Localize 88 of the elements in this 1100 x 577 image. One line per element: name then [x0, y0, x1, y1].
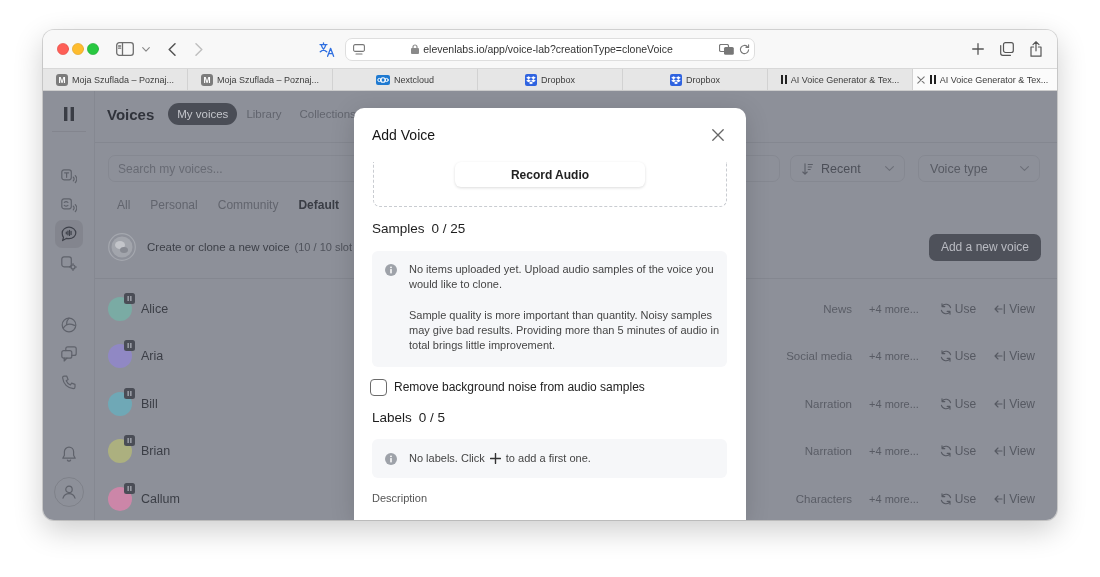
tabs-overview-icon[interactable] — [1000, 42, 1014, 56]
bars-favicon-icon — [780, 75, 787, 84]
doc-wave-icon — [60, 168, 77, 184]
browser-tab[interactable]: Dropbox — [477, 69, 622, 90]
info-text: No items uploaded yet. Upload audio samples of the voice you would like to clone. — [409, 262, 715, 293]
box-favicon-icon — [670, 73, 682, 86]
voice-name: Alice — [141, 301, 169, 316]
info-text: to add a first one. — [505, 452, 591, 465]
refresh-icon — [939, 302, 952, 315]
section-count: 0 / 25 — [431, 221, 466, 237]
dialog-title: Add Voice — [372, 127, 436, 143]
voice-name: Brian — [141, 444, 171, 459]
minimize-window-icon[interactable] — [72, 43, 84, 55]
sort-icon — [802, 162, 813, 175]
share-icon[interactable] — [1030, 41, 1042, 57]
user-icon — [61, 485, 76, 499]
rings-favicon-icon — [376, 74, 390, 85]
info-icon — [385, 453, 397, 466]
doc-gear-icon — [60, 255, 77, 271]
chevron-down-icon[interactable] — [142, 46, 150, 52]
bars-favicon-icon — [929, 75, 936, 84]
phone-icon — [60, 375, 77, 391]
favicon-letter: M — [55, 73, 68, 86]
browser-tab[interactable]: Dropbox — [622, 69, 767, 90]
voice-name: Callum — [141, 491, 180, 506]
bell-icon — [61, 446, 76, 462]
section-tab[interactable]: My voices — [168, 103, 238, 125]
section-title: Samples — [372, 221, 425, 237]
arrow-to-bar-icon — [994, 446, 1006, 457]
refresh-icon — [939, 350, 952, 363]
close-window-icon[interactable] — [57, 43, 69, 55]
refresh-icon — [939, 492, 952, 505]
browser-tab[interactable]: M Moja Szuflada – Poznaj... — [187, 69, 332, 90]
page-lines-icon — [353, 43, 365, 55]
circle-arc-icon — [60, 317, 77, 333]
checkbox[interactable] — [370, 378, 387, 396]
section-count: 0 / 5 — [418, 409, 446, 426]
arrow-to-bar-icon — [994, 398, 1006, 409]
refresh-icon — [939, 445, 952, 458]
badge-icon — [124, 482, 135, 494]
close-icon[interactable] — [712, 129, 724, 141]
browser-tab[interactable]: M Moja Szuflada – Poznaj... — [43, 69, 187, 90]
plus-icon[interactable] — [489, 452, 501, 464]
info-icon — [385, 263, 397, 276]
box-favicon-icon — [525, 73, 537, 86]
add-voice-button[interactable]: Add a new voice — [928, 233, 1041, 261]
filter-tab[interactable]: Default — [288, 192, 350, 218]
info-text: Sample quality is more important than quantity. Noisy samples may give bad results. Providing more than 5 minutes of audio in total brings little improvement. — [409, 307, 720, 354]
doc-wave-icon — [60, 197, 77, 213]
new-tab-icon[interactable] — [972, 43, 984, 55]
chevron-down-icon — [1020, 166, 1029, 171]
badge-icon — [124, 340, 135, 352]
page-title: Voices — [107, 105, 155, 123]
chat-wave-icon — [60, 226, 77, 242]
close-tab-icon[interactable] — [917, 75, 925, 84]
nav-button[interactable] — [54, 220, 83, 248]
badge-icon — [124, 387, 135, 399]
info-text: No labels. Click — [409, 452, 485, 465]
chevron-down-icon — [885, 166, 894, 171]
arrow-to-bar-icon — [994, 351, 1006, 362]
browser-tab[interactable]: Nextcloud — [332, 69, 477, 90]
bars-logo-icon[interactable] — [63, 107, 74, 121]
translate-bubble-icon[interactable] — [719, 43, 734, 55]
section-title: Labels — [372, 409, 412, 426]
browser-tab[interactable]: AI Voice Generator & Tex... — [912, 69, 1057, 90]
upload-dropzone[interactable]: Record Audio — [373, 162, 727, 207]
sidebar-toggle-icon[interactable] — [116, 42, 134, 56]
sort-dropdown[interactable]: Recent — [790, 155, 905, 182]
back-icon[interactable] — [168, 42, 176, 56]
arrow-to-bar-icon — [994, 303, 1006, 314]
reload-icon[interactable] — [739, 43, 750, 55]
zoom-window-icon[interactable] — [87, 43, 99, 55]
voice-name: Aria — [141, 349, 164, 364]
create-voice-label: Create or clone a new voice — [147, 241, 290, 253]
badge-icon — [124, 435, 135, 447]
voice-name: Bill — [141, 396, 158, 411]
badge-icon — [124, 292, 135, 304]
address-bar[interactable]: elevenlabs.io/app/voice-lab?creationType=cloneVoice — [345, 37, 755, 61]
field-label: Description — [372, 490, 429, 505]
translate-icon[interactable] — [319, 41, 335, 57]
checkbox-label: Remove background noise from audio samples — [394, 380, 645, 395]
voice-orb-icon — [108, 233, 136, 261]
lock-icon — [411, 44, 420, 54]
record-audio-button[interactable]: Record Audio — [455, 162, 645, 187]
chat-bubbles-icon — [60, 346, 77, 362]
favicon-letter: M — [200, 73, 213, 86]
refresh-icon — [939, 397, 952, 410]
arrow-to-bar-icon — [994, 493, 1006, 504]
